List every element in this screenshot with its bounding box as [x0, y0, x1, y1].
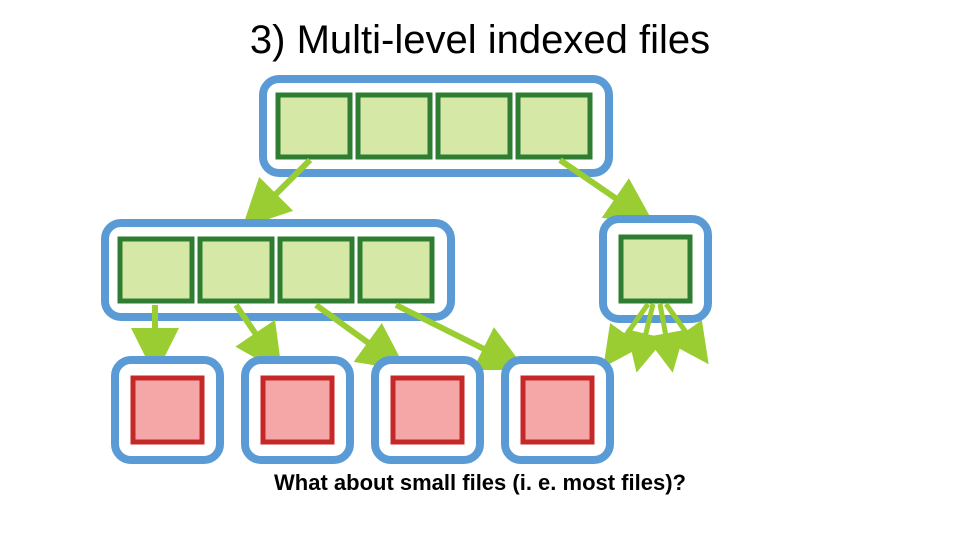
data-block-0	[115, 360, 220, 460]
mid-single-container	[603, 219, 708, 319]
data-block-2	[375, 360, 480, 460]
data-blocks-row	[115, 360, 610, 460]
mid-single-cell	[621, 237, 690, 301]
top-index-container	[263, 79, 609, 173]
slide-caption: What about small files (i. e. most files…	[0, 470, 960, 496]
data-block-1	[245, 360, 350, 460]
diagram-canvas	[0, 0, 960, 540]
mid-index-container	[105, 223, 451, 317]
data-block-3	[505, 360, 610, 460]
